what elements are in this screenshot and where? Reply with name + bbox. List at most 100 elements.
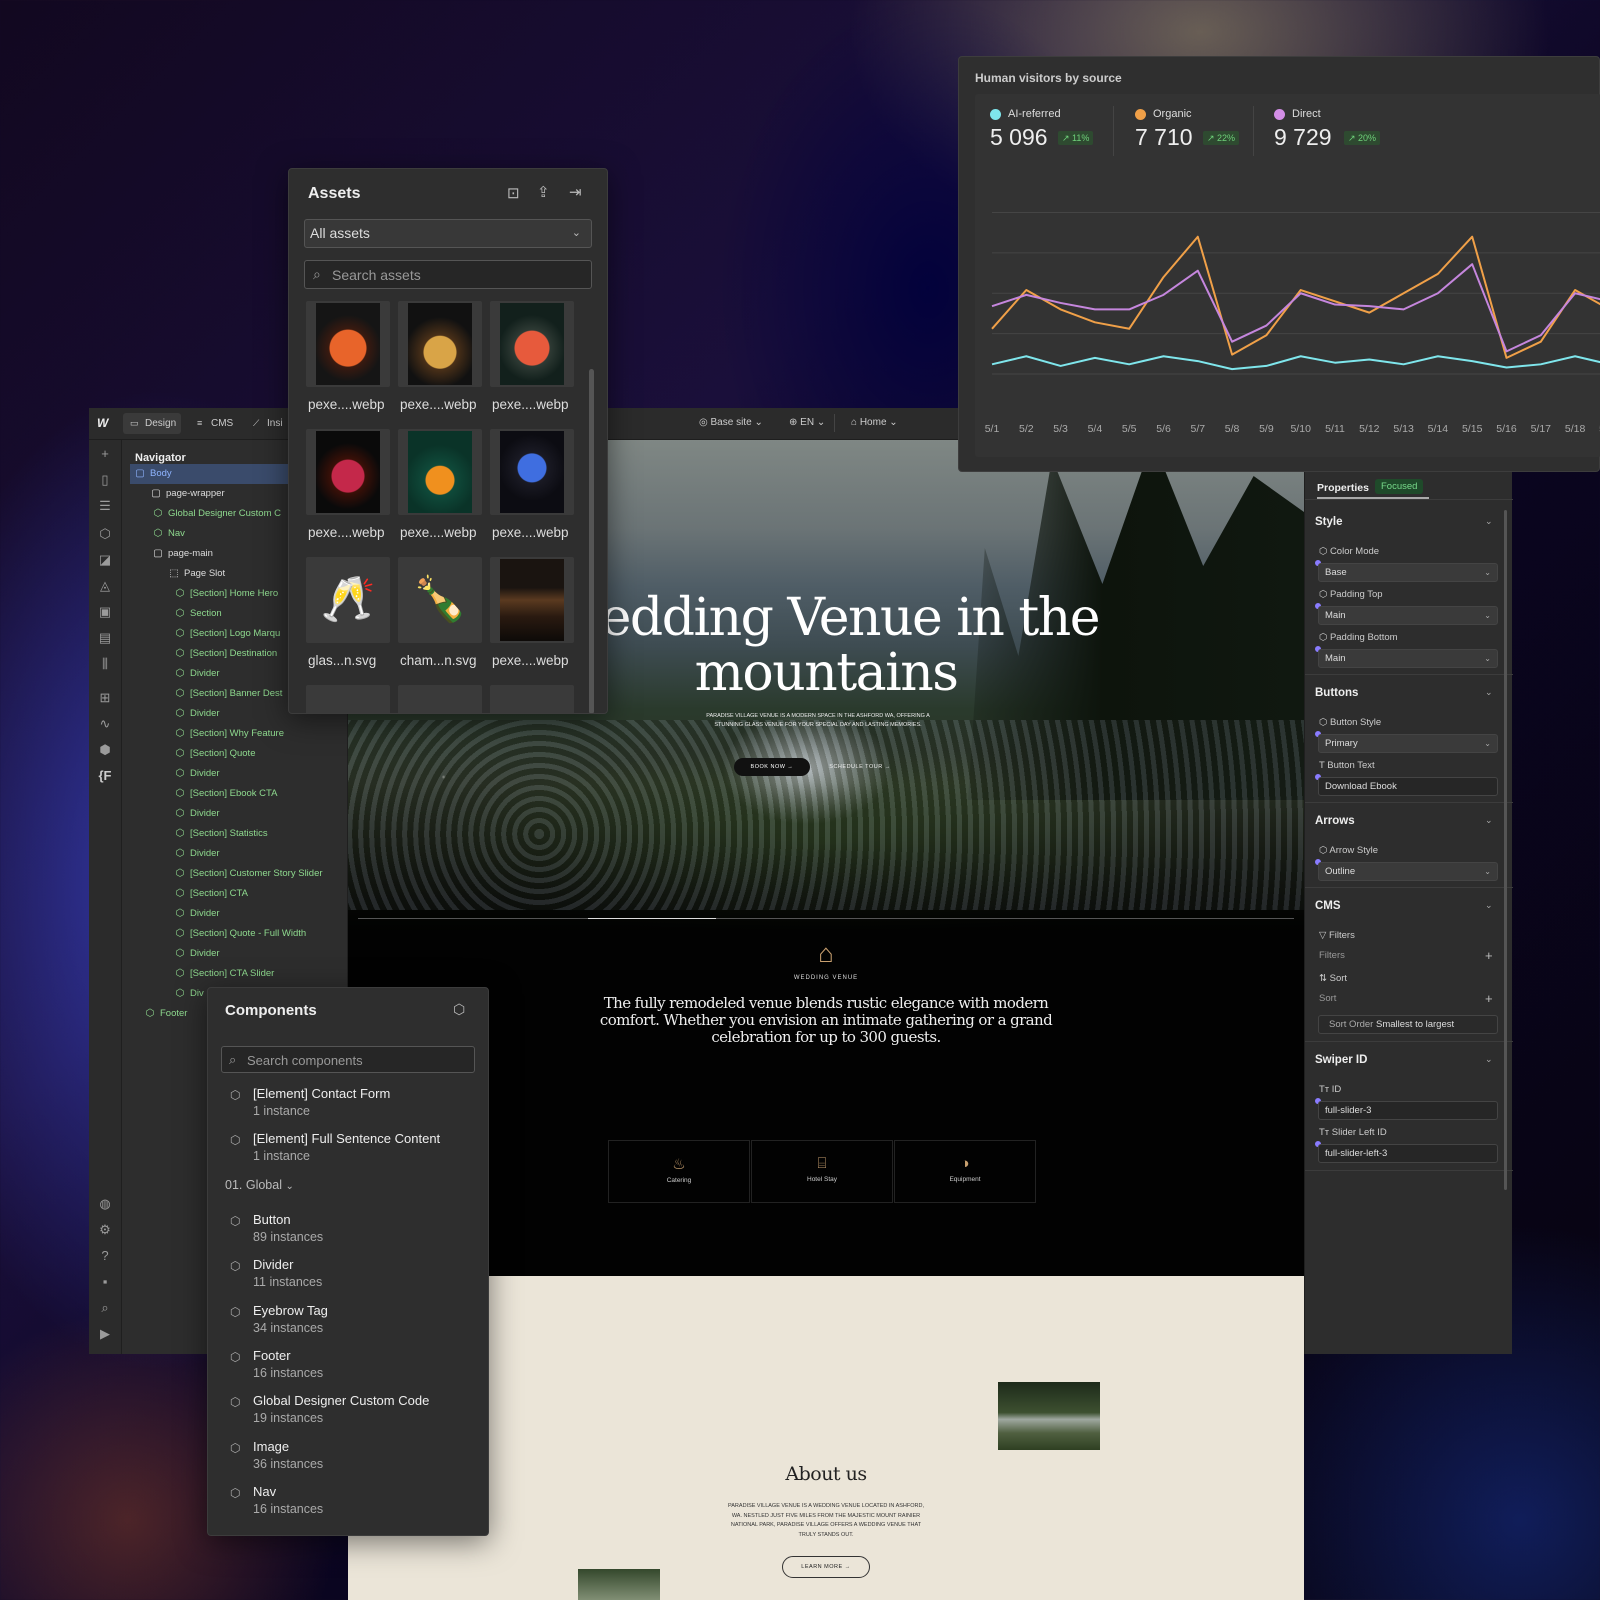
search-icon: ⌕ — [229, 1052, 237, 1067]
arrow-style-select[interactable]: Outline ⌄ — [1318, 862, 1498, 881]
series-line-direct[interactable] — [991, 263, 1600, 353]
component-icon: ⬡ — [175, 708, 185, 719]
asset-thumbnail[interactable] — [490, 301, 574, 387]
venue-building-icon: ⌂ — [818, 938, 834, 968]
button-style-select[interactable]: Primary ⌄ — [1318, 734, 1498, 753]
video-icon[interactable]: ▶ — [97, 1326, 113, 1342]
chevron-down-icon[interactable]: ⌄ — [1485, 900, 1493, 911]
x-tick-label: 5/10 — [1290, 423, 1311, 435]
navigator-item[interactable]: ⬡ [Section] Quote — [174, 744, 348, 764]
chevron-down-icon[interactable]: ⌄ — [1485, 516, 1493, 527]
navigator-item[interactable]: ⬡ Divider — [174, 764, 348, 784]
navigator-item[interactable]: ⬡ [Section] CTA Slider — [174, 964, 348, 984]
sort-order-chip[interactable]: Sort Order Smallest to largest — [1318, 1015, 1498, 1034]
navigator-item[interactable]: ⬡ [Section] Quote - Full Width — [174, 924, 348, 944]
asset-name: pexe....webp — [400, 525, 477, 540]
components-icon[interactable]: ⬡ — [97, 526, 113, 542]
asset-thumbnail[interactable] — [398, 301, 482, 387]
navigator-item[interactable]: ⬡ [Section] CTA — [174, 884, 348, 904]
new-folder-icon[interactable]: ⊡ — [507, 184, 520, 202]
visitors-line-chart[interactable]: 5/1 5/2 5/3 5/4 5/5 5/6 5/7 5/8 5/9 5/10 5/11 5/12 5… — [975, 174, 1600, 444]
about-text: PARADISE VILLAGE VENUE IS A WEDDING VENU… — [728, 1503, 925, 1538]
button-text-input[interactable]: Download Ebook — [1318, 777, 1498, 796]
series-line-ai-referred[interactable] — [991, 355, 1600, 371]
navigator-item[interactable]: ⬡ [Section] Why Feature — [174, 724, 348, 744]
padding-top-select[interactable]: Main ⌄ — [1318, 606, 1498, 625]
code-icon[interactable]: {F — [97, 768, 113, 784]
apps-icon[interactable]: ⊞ — [97, 690, 113, 706]
tab-properties[interactable]: Properties — [1317, 482, 1369, 494]
new-component-icon[interactable]: ⬡ — [453, 1001, 465, 1018]
asset-thumbnail[interactable] — [490, 685, 574, 713]
variables-icon[interactable]: ◪ — [97, 552, 113, 568]
analytics-panel: Human visitors by source AI-referred 5 0… — [958, 56, 1600, 472]
schedule-tour-button[interactable]: SCHEDULE TOUR → — [818, 758, 902, 776]
page-selector[interactable]: ⌂ Home ⌄ — [851, 417, 898, 428]
component-icon: ⬡ — [153, 528, 163, 539]
book-icon[interactable]: ▤ — [97, 630, 113, 646]
navigator-item[interactable]: ⬡ Divider — [174, 904, 348, 924]
asset-name: pexe....webp — [492, 525, 569, 540]
learn-more-button[interactable]: LEARN MORE → — [782, 1556, 870, 1578]
book-now-button[interactable]: BOOK NOW → — [734, 758, 810, 776]
add-filter-icon[interactable]: + — [1485, 948, 1493, 963]
upload-icon[interactable]: ⇪ — [537, 183, 550, 201]
sort-label: ⇅ Sort — [1319, 973, 1348, 984]
asset-thumbnail[interactable] — [490, 557, 574, 643]
section-swiper-id[interactable]: Swiper ID — [1315, 1054, 1367, 1066]
design-icon: ▭ — [130, 418, 139, 428]
chevron-down-icon[interactable]: ⌄ — [1485, 1054, 1493, 1065]
assets-search-input[interactable]: ⌕ Search assets — [304, 260, 592, 289]
site-selector[interactable]: ◎ Base site ⌄ — [699, 417, 763, 428]
section-buttons[interactable]: Buttons — [1315, 687, 1358, 699]
add-icon[interactable]: + — [97, 446, 113, 462]
stop-icon[interactable]: ▪ — [97, 1274, 113, 1290]
asset-thumbnail[interactable] — [490, 429, 574, 515]
assets-scrollbar[interactable] — [589, 369, 594, 713]
id-input[interactable]: full-slider-3 — [1318, 1101, 1498, 1120]
component-icon: ⬡ — [175, 808, 185, 819]
asset-thumbnail[interactable] — [398, 429, 482, 515]
collapse-panel-icon[interactable]: ⇥ — [569, 183, 582, 201]
library-icon[interactable]: ⫼ — [97, 656, 113, 672]
navigator-item[interactable]: ⬡ Divider — [174, 944, 348, 964]
globe-icon[interactable]: ◍ — [97, 1196, 113, 1212]
section-arrows[interactable]: Arrows — [1315, 815, 1355, 827]
section-cms[interactable]: CMS — [1315, 900, 1341, 912]
navigator-item[interactable]: ⬡ Divider — [174, 804, 348, 824]
components-search-input[interactable]: ⌕ Search components — [221, 1046, 475, 1073]
padding-bottom-select[interactable]: Main ⌄ — [1318, 649, 1498, 668]
cube-icon[interactable]: ⬢ — [97, 742, 113, 758]
ai-referred-dot — [990, 109, 1001, 120]
navigator-item[interactable]: ⬡ [Section] Ebook CTA — [174, 784, 348, 804]
assets-icon[interactable]: ▣ — [97, 604, 113, 620]
properties-scrollbar[interactable] — [1504, 510, 1507, 1190]
locale-selector[interactable]: ⊕ EN ⌄ — [789, 417, 825, 428]
navigator-item[interactable]: ⬡ [Section] Statistics — [174, 824, 348, 844]
chevron-down-icon[interactable]: ⌄ — [1485, 687, 1493, 698]
navigator-item[interactable]: ⬡ Divider — [174, 844, 348, 864]
asset-thumbnail[interactable] — [398, 685, 482, 713]
navigator-icon[interactable]: ☰ — [97, 498, 113, 514]
chevron-down-icon[interactable]: ⌄ — [1485, 815, 1493, 826]
asset-thumbnail[interactable]: 🍾 — [398, 557, 482, 643]
asset-thumbnail[interactable] — [306, 685, 390, 713]
slider-left-id-input[interactable]: full-slider-left-3 — [1318, 1144, 1498, 1163]
gear-icon[interactable]: ⚙ — [97, 1222, 113, 1238]
section-style[interactable]: Style — [1315, 516, 1343, 528]
tab-design[interactable]: ▭ Design — [123, 413, 181, 434]
add-sort-icon[interactable]: + — [1485, 991, 1493, 1006]
help-icon[interactable]: ? — [97, 1248, 113, 1264]
asset-thumbnail[interactable]: 🥂 — [306, 557, 390, 643]
navigator-item[interactable]: ⬡ [Section] Customer Story Slider — [174, 864, 348, 884]
asset-thumbnail[interactable] — [306, 301, 390, 387]
color-mode-select[interactable]: Base ⌄ — [1318, 563, 1498, 582]
component-group-header[interactable]: 01. Global ⌄ — [225, 1178, 294, 1192]
asset-thumbnail[interactable] — [306, 429, 390, 515]
component-icon: ⬡ — [230, 1133, 241, 1147]
pages-icon[interactable]: ▯ — [97, 472, 113, 488]
styles-icon[interactable]: ◬ — [97, 578, 113, 594]
activity-icon[interactable]: ∿ — [97, 716, 113, 732]
search-icon[interactable]: ⌕ — [97, 1300, 113, 1316]
assets-filter-select[interactable]: All assets ⌄ — [304, 219, 592, 248]
